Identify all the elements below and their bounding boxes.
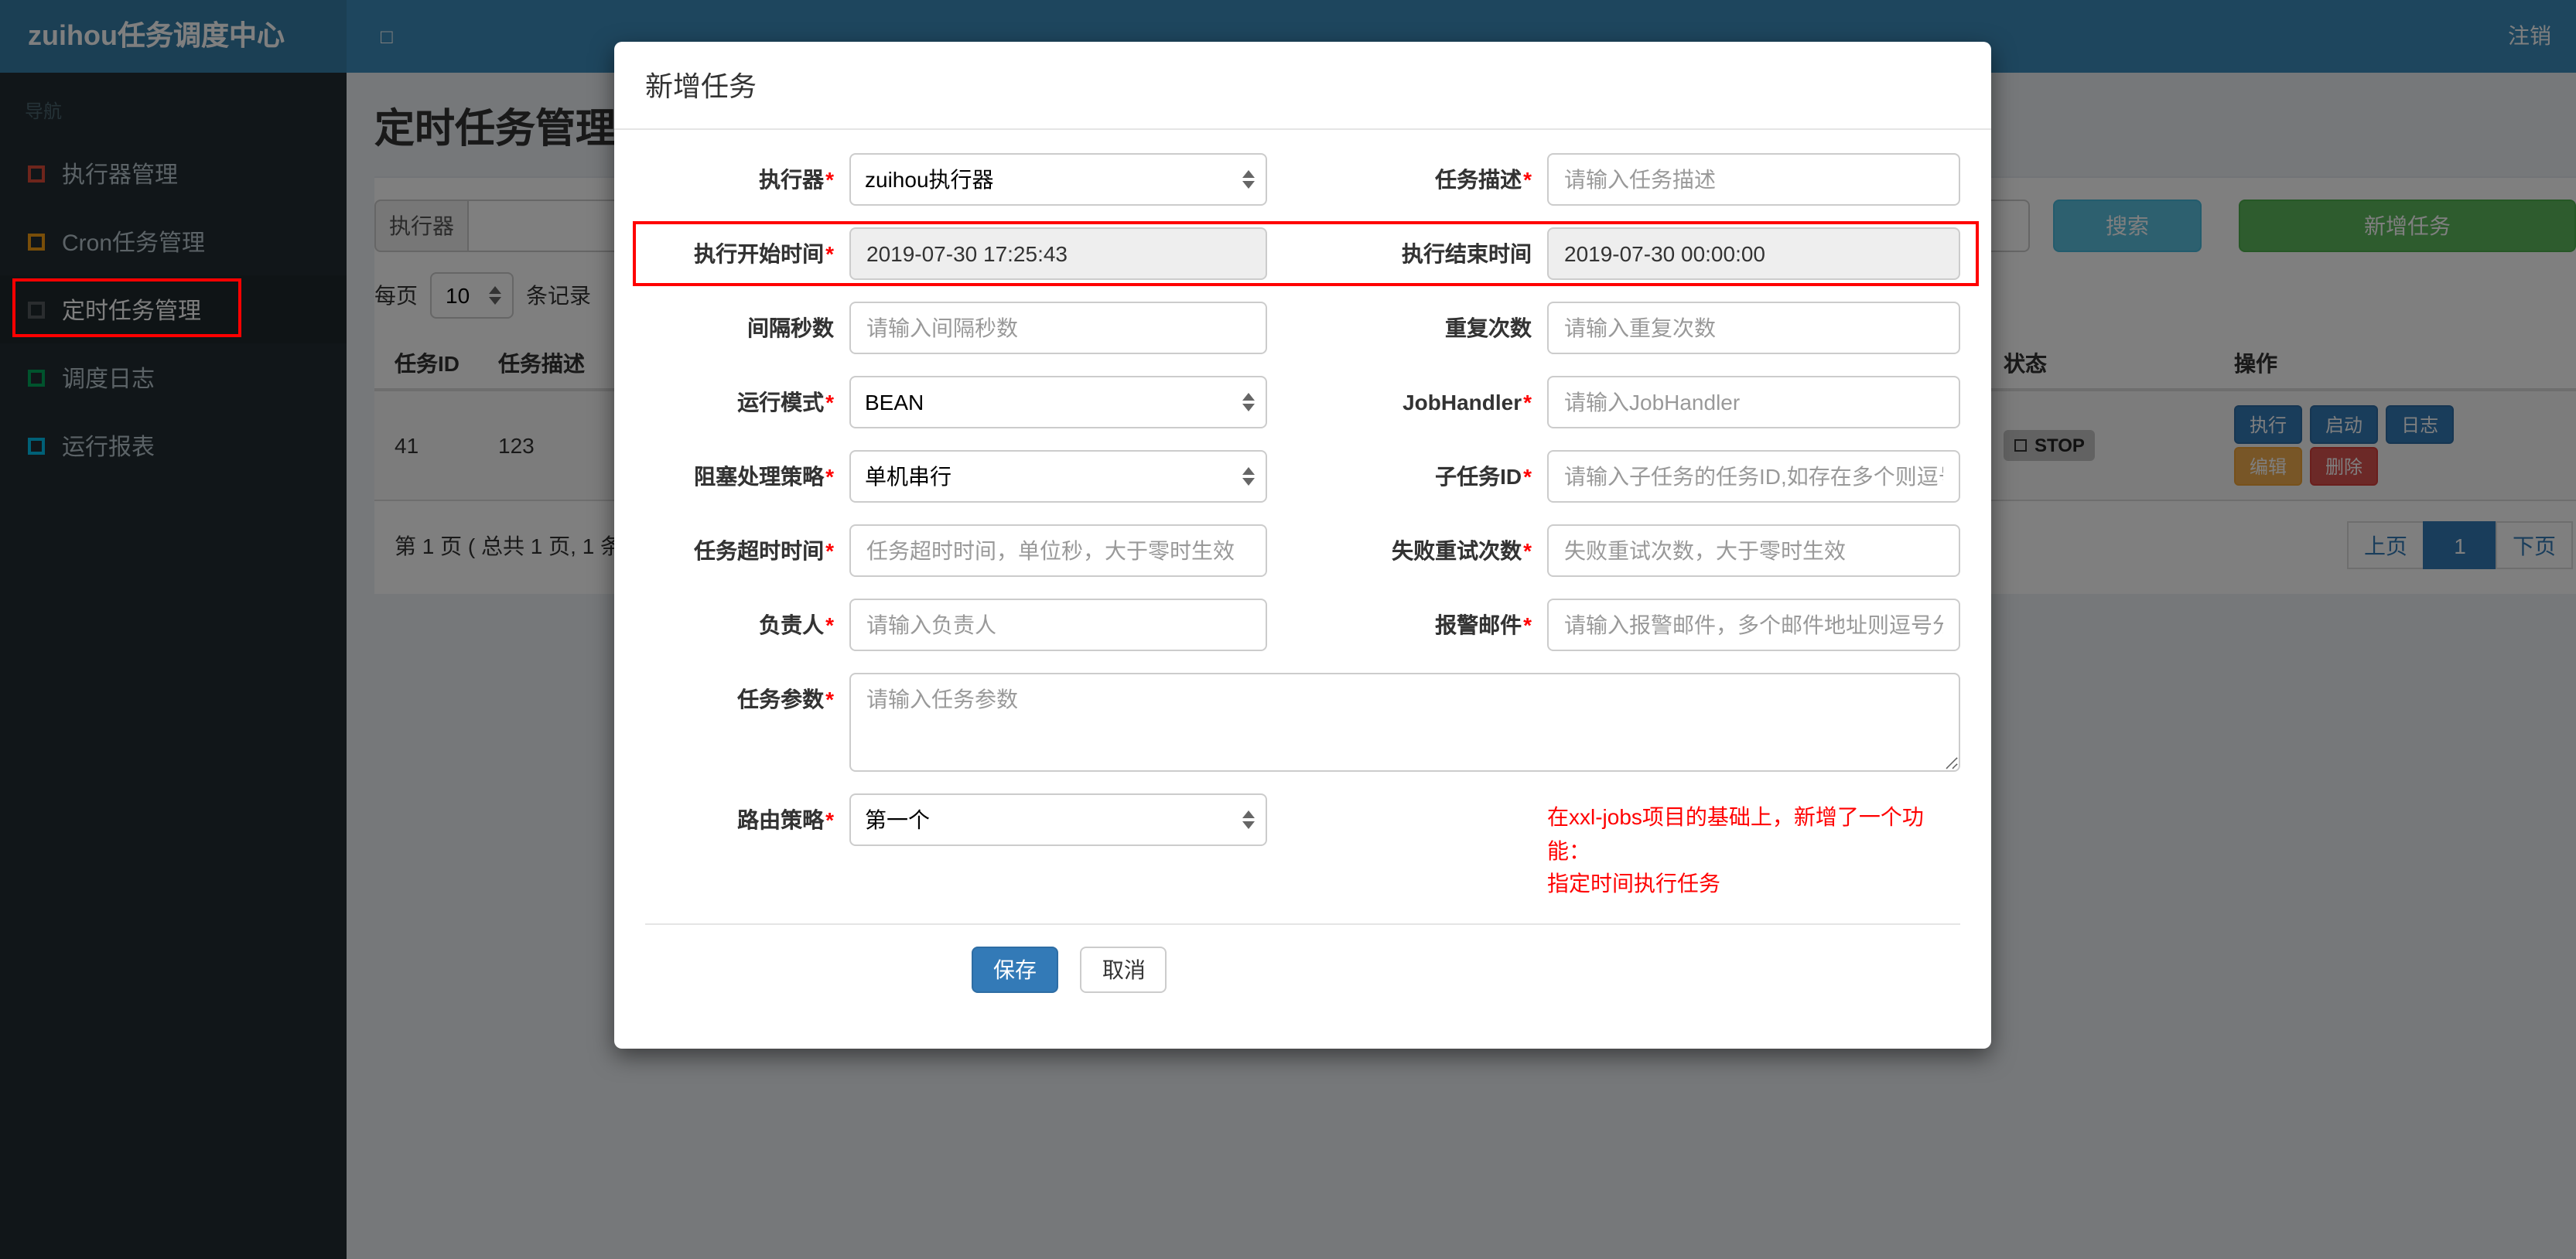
required-asterisk: * xyxy=(1523,612,1532,637)
modal-title: 新增任务 xyxy=(645,71,757,102)
child-job-label: 子任务ID * xyxy=(1435,464,1532,489)
add-task-modal: 新增任务 执行器* zuihou执行器 任务描述* 执行开始时间* 2019-0… xyxy=(614,42,1991,1049)
end-time-input[interactable]: 2019-07-30 00:00:00 xyxy=(1547,227,1960,280)
required-asterisk: * xyxy=(1523,464,1532,489)
required-asterisk: * xyxy=(825,612,834,637)
required-asterisk: * xyxy=(1523,538,1532,563)
job-param-label: 任务参数 * xyxy=(737,687,834,711)
required-asterisk: * xyxy=(825,807,834,832)
required-asterisk: * xyxy=(825,167,834,192)
select-arrows-icon xyxy=(1242,393,1255,411)
select-arrows-icon xyxy=(1242,170,1255,189)
repeat-input[interactable] xyxy=(1547,302,1960,354)
job-desc-input[interactable] xyxy=(1547,153,1960,206)
app-root: zuihou任务调度中心 □ 注销 导航 执行器管理 Cron任务管理 定时任务… xyxy=(0,0,2576,1259)
job-param-textarea[interactable] xyxy=(849,673,1960,772)
required-asterisk: * xyxy=(825,538,834,563)
cancel-button[interactable]: 取消 xyxy=(1080,947,1167,994)
required-asterisk: * xyxy=(825,464,834,489)
owner-label: 负责人 * xyxy=(759,612,834,637)
child-job-input[interactable] xyxy=(1547,450,1960,503)
feature-note: 在xxl-jobs项目的基础上，新增了一个功能： 指定时间执行任务 xyxy=(1547,793,1960,902)
required-asterisk: * xyxy=(1523,390,1532,415)
block-strategy-select[interactable]: 单机串行 xyxy=(849,450,1267,503)
block-strategy-label: 阻塞处理策略 * xyxy=(694,464,834,489)
timeout-label: 任务超时时间 * xyxy=(694,538,834,563)
start-time-label: 执行开始时间 * xyxy=(694,241,834,266)
interval-input[interactable] xyxy=(849,302,1267,354)
required-asterisk: * xyxy=(825,241,834,266)
timeout-input[interactable] xyxy=(849,524,1267,577)
job-handler-input[interactable] xyxy=(1547,376,1960,428)
required-asterisk: * xyxy=(1523,167,1532,192)
route-strategy-select[interactable]: 第一个 xyxy=(849,793,1267,846)
run-mode-select[interactable]: BEAN xyxy=(849,376,1267,428)
job-handler-label: JobHandler * xyxy=(1402,390,1532,415)
modal-footer: 保存 取消 xyxy=(614,925,1991,1049)
alarm-email-input[interactable] xyxy=(1547,599,1960,651)
feature-note-line2: 指定时间执行任务 xyxy=(1547,871,1720,896)
route-strategy-label: 路由策略 * xyxy=(737,807,834,832)
executor-label: 执行器 * xyxy=(759,167,834,192)
repeat-label: 重复次数 xyxy=(1445,316,1532,340)
fail-retry-label: 失败重试次数 * xyxy=(1392,538,1532,563)
select-arrows-icon xyxy=(1242,810,1255,829)
owner-input[interactable] xyxy=(849,599,1267,651)
modal-header: 新增任务 xyxy=(614,42,1991,130)
feature-note-line1: 在xxl-jobs项目的基础上，新增了一个功能： xyxy=(1547,804,1924,863)
select-arrows-icon xyxy=(1242,467,1255,486)
required-asterisk: * xyxy=(825,390,834,415)
fail-retry-input[interactable] xyxy=(1547,524,1960,577)
start-time-input[interactable]: 2019-07-30 17:25:43 xyxy=(849,227,1267,280)
modal-body: 执行器* zuihou执行器 任务描述* 执行开始时间* 2019-07-30 … xyxy=(614,130,1991,926)
run-mode-label: 运行模式 * xyxy=(737,390,834,415)
executor-select[interactable]: zuihou执行器 xyxy=(849,153,1267,206)
end-time-label: 执行结束时间 xyxy=(1402,241,1532,266)
alarm-email-label: 报警邮件 * xyxy=(1435,612,1532,637)
required-asterisk: * xyxy=(825,687,834,711)
interval-label: 间隔秒数 xyxy=(747,316,834,340)
job-desc-label: 任务描述 * xyxy=(1435,167,1532,192)
save-button[interactable]: 保存 xyxy=(972,947,1058,994)
